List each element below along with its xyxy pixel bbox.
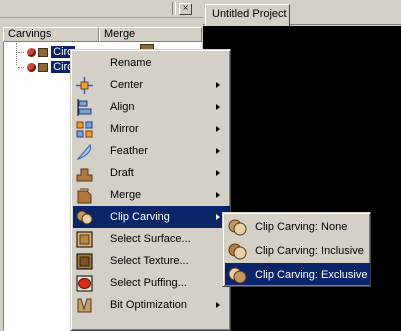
menu-item-label: Clip Carving: Inclusive [255, 245, 364, 257]
mirror-icon [76, 121, 93, 138]
menu-item-clip-inclusive[interactable]: Clip Carving: Inclusive [225, 239, 370, 263]
clip-none-icon [228, 219, 247, 236]
menu-item-clip-exclusive[interactable]: Clip Carving: Exclusive [225, 263, 370, 285]
submenu-arrow-icon [216, 126, 220, 132]
column-header-merge[interactable]: Merge [99, 27, 202, 42]
menu-item-label: Rename [110, 57, 152, 69]
menu-item-align[interactable]: Align [73, 96, 230, 118]
align-icon [77, 99, 92, 116]
submenu-arrow-icon [216, 302, 220, 308]
menu-item-bit-optimization[interactable]: Bit Optimization [73, 294, 230, 316]
menu-item-merge[interactable]: Merge [73, 184, 230, 206]
feather-icon [76, 144, 92, 160]
menu-item-label: Mirror [110, 123, 139, 135]
menu-item-mirror[interactable]: Mirror [73, 118, 230, 140]
submenu-arrow-icon [216, 82, 220, 88]
clip-inclusive-icon [228, 243, 247, 260]
menu-item-label: Center [110, 79, 144, 91]
circle-carving-icon [27, 62, 37, 72]
close-icon: × [182, 3, 189, 14]
clip-carving-icon [76, 210, 93, 225]
bit-optimization-icon [77, 298, 92, 313]
merge-icon [77, 188, 92, 204]
submenu-arrow-icon [216, 170, 220, 176]
menu-item-select-puffing[interactable]: Select Puffing... [73, 272, 230, 294]
menu-item-label: Clip Carving [110, 211, 170, 223]
menu-item-label: Align [110, 101, 135, 113]
menu-item-label: Select Texture... [110, 255, 189, 267]
submenu-arrow-icon [216, 192, 220, 198]
menu-item-center[interactable]: Center [73, 74, 230, 96]
menu-item-label: Select Puffing... [110, 277, 187, 289]
select-surface-icon [76, 231, 93, 248]
tab-untitled-project[interactable]: Untitled Project [205, 4, 290, 26]
carving-layer-icon [38, 47, 49, 57]
menu-item-feather[interactable]: Feather [73, 140, 230, 162]
menu-item-select-surface[interactable]: Select Surface... [73, 228, 230, 250]
submenu-arrow-icon [216, 214, 220, 220]
panel-grip[interactable] [172, 2, 176, 15]
tree-row[interactable]: Circ [18, 60, 75, 74]
menu-item-label: Feather [110, 145, 148, 157]
tree-column-headers: Carvings Merge [3, 27, 202, 42]
submenu-arrow-icon [216, 148, 220, 154]
menu-item-select-texture[interactable]: Select Texture... [73, 250, 230, 272]
clip-exclusive-icon [228, 267, 247, 284]
menu-item-label: Clip Carving: Exclusive [255, 269, 368, 281]
close-panel-button[interactable]: × [179, 3, 192, 15]
tree-row[interactable]: Circ [18, 45, 75, 59]
carving-layer-icon [38, 62, 49, 72]
menu-item-label: Merge [110, 189, 142, 201]
menu-item-clip-none[interactable]: Clip Carving: None [225, 215, 370, 239]
menu-item-label: Draft [110, 167, 134, 179]
select-texture-icon [76, 253, 93, 270]
submenu-arrow-icon [216, 104, 220, 110]
menu-item-clip-carving[interactable]: Clip Carving [73, 206, 230, 228]
menu-item-draft[interactable]: Draft [73, 162, 230, 184]
circle-carving-icon [27, 47, 37, 57]
select-puffing-icon [76, 275, 93, 292]
menu-item-label: Select Surface... [110, 233, 191, 245]
menu-item-label: Clip Carving: None [255, 221, 348, 233]
column-header-carvings[interactable]: Carvings [3, 27, 99, 42]
center-crosshair-icon [76, 77, 93, 94]
context-menu: Rename Center Align Mirror Feather Draft… [70, 49, 231, 331]
menu-item-label: Bit Optimization [110, 299, 188, 311]
menu-item-rename[interactable]: Rename [73, 52, 230, 74]
draft-icon [76, 168, 93, 182]
clip-carving-submenu: Clip Carving: None Clip Carving: Inclusi… [222, 212, 371, 287]
